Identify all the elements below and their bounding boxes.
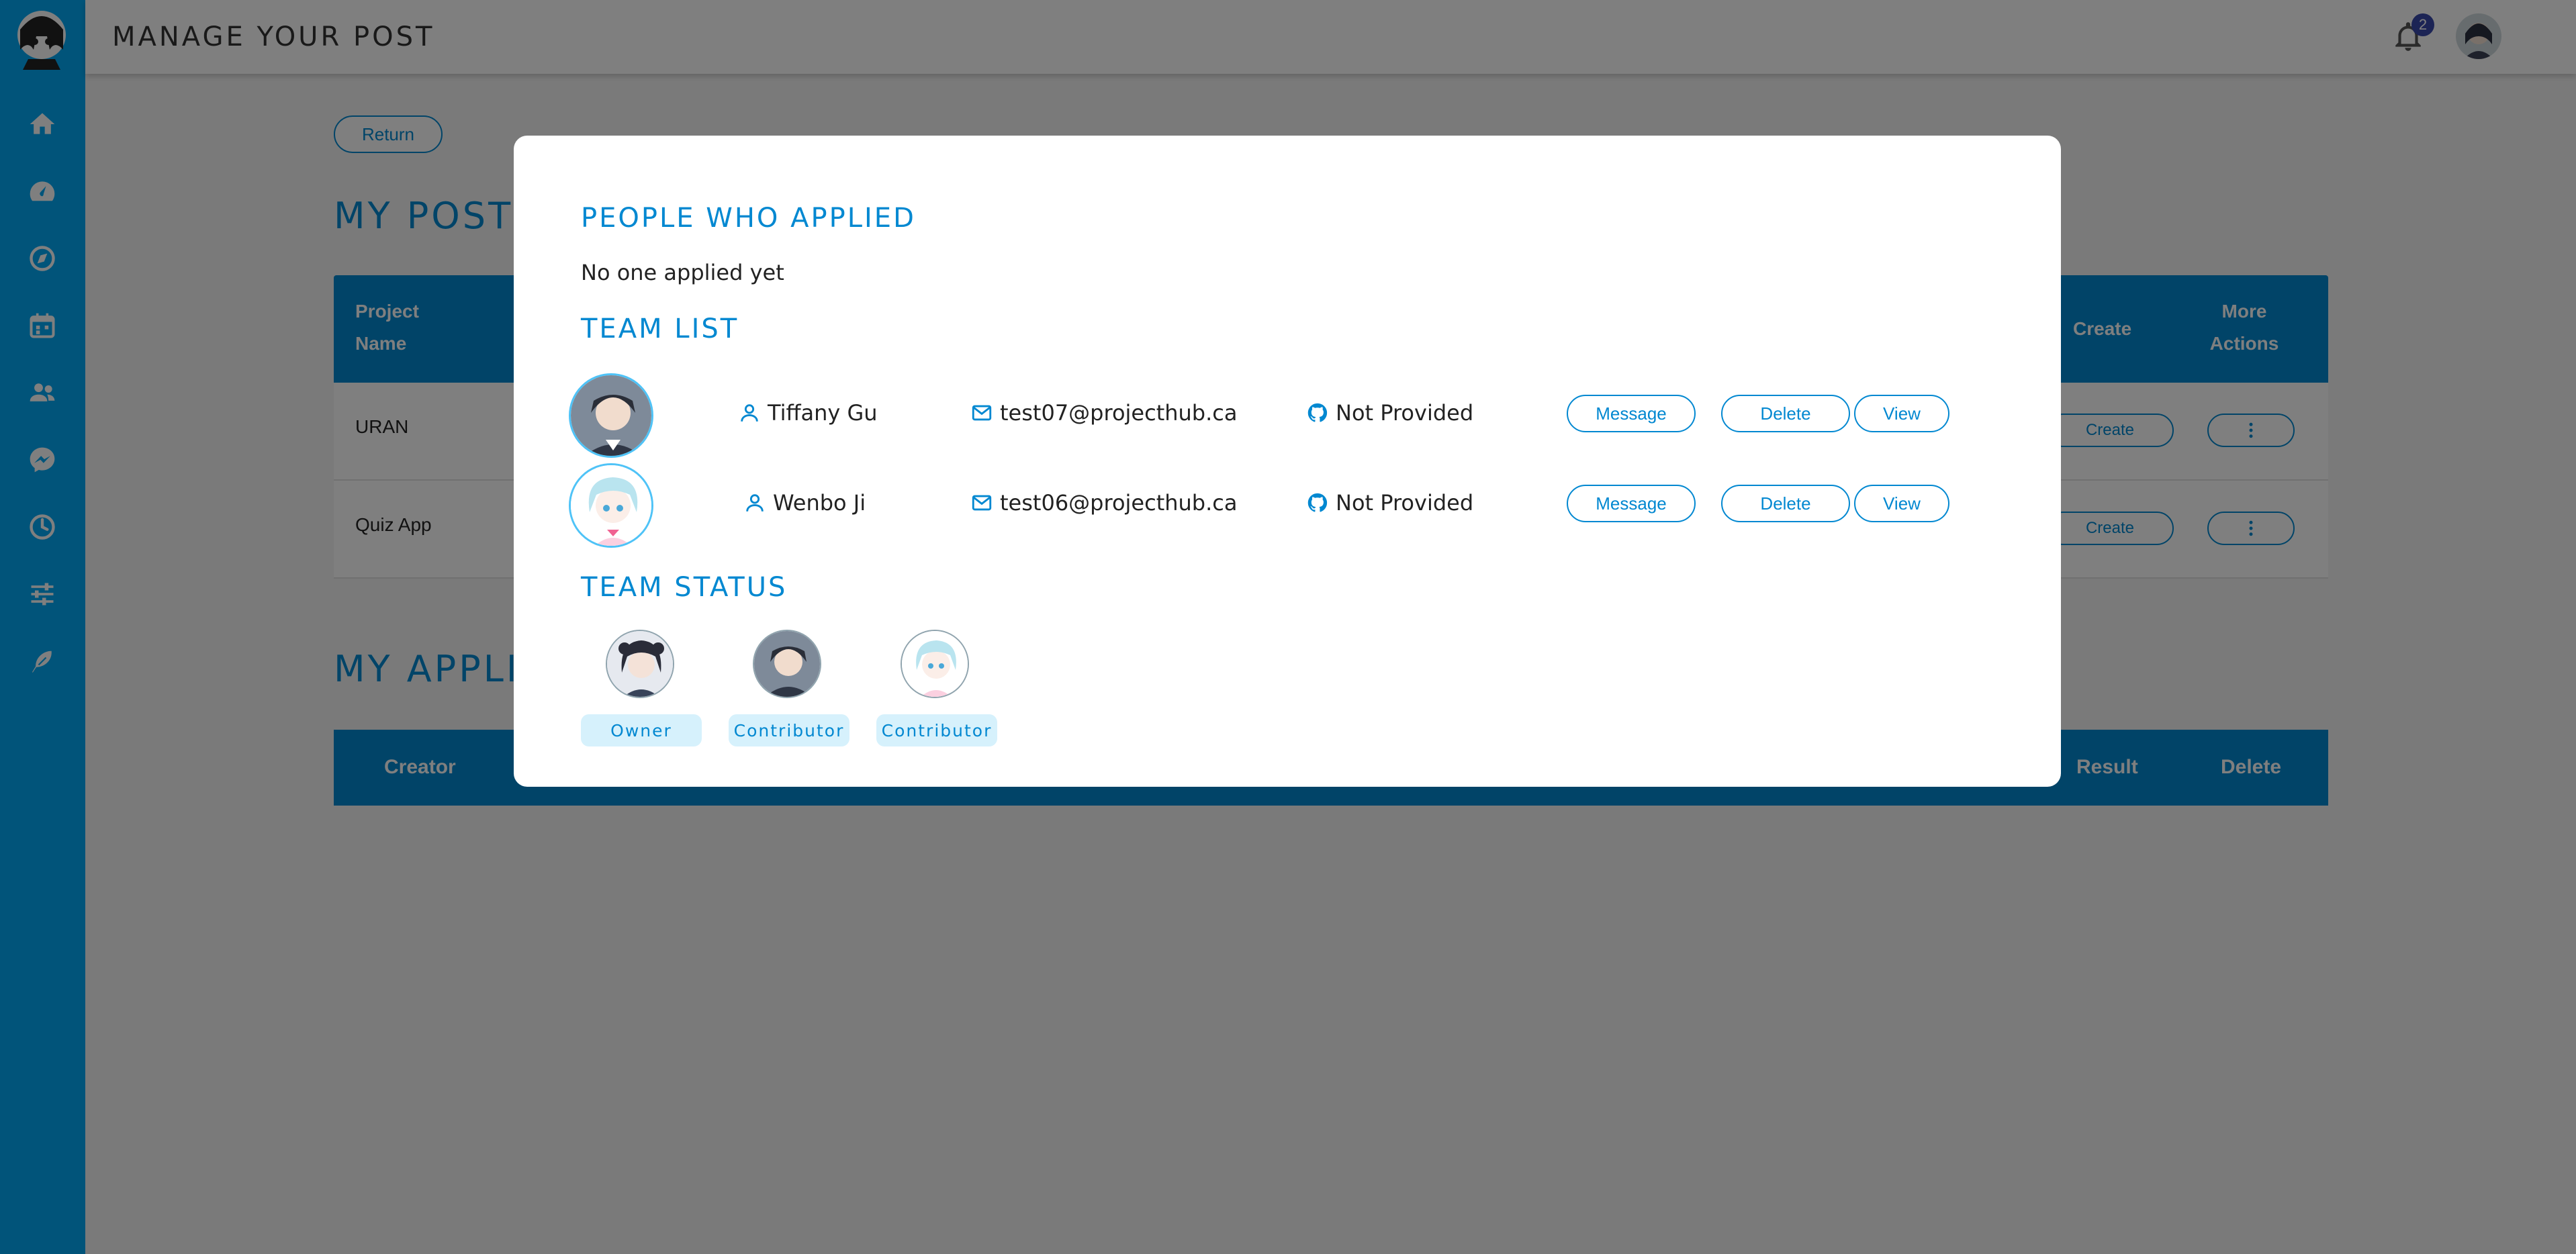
member-email-text: test06@projecthub.ca (1000, 490, 1238, 516)
member-name-text: Tiffany Gu (768, 400, 878, 426)
mail-icon (972, 495, 992, 511)
role-badge: Contributor (876, 714, 997, 746)
message-button[interactable]: Message (1567, 395, 1696, 432)
team-list-heading: TEAM LIST (581, 314, 739, 344)
user-icon (746, 494, 764, 512)
role-badge: Contributor (729, 714, 849, 746)
team-status-heading: TEAM STATUS (581, 572, 788, 603)
member-name: Tiffany Gu (738, 400, 878, 426)
mail-icon (972, 405, 992, 421)
github-icon (1307, 493, 1328, 512)
team-modal: PEOPLE WHO APPLIED No one applied yet TE… (514, 136, 2061, 787)
view-button[interactable]: View (1854, 395, 1949, 432)
member-github-text: Not Provided (1336, 490, 1474, 516)
role-badge: Owner (581, 714, 702, 746)
member-email: test07@projecthub.ca (970, 400, 1237, 426)
member-github-text: Not Provided (1336, 400, 1474, 426)
member-github: Not Provided (1306, 490, 1473, 516)
status-avatar (606, 630, 674, 698)
status-avatar (753, 630, 821, 698)
people-applied-heading: PEOPLE WHO APPLIED (581, 203, 916, 234)
member-avatar (569, 463, 653, 548)
status-avatar (901, 630, 969, 698)
delete-button[interactable]: Delete (1721, 485, 1850, 522)
member-github: Not Provided (1306, 400, 1473, 426)
member-email: test06@projecthub.ca (970, 490, 1237, 516)
message-button[interactable]: Message (1567, 485, 1696, 522)
member-name: Wenbo Ji (743, 490, 866, 516)
view-button[interactable]: View (1854, 485, 1949, 522)
team-member-row: Tiffany Gu test07@projecthub.ca Not Prov… (514, 373, 2061, 461)
team-member-row: Wenbo Ji test06@projecthub.ca Not Provid… (514, 463, 2061, 550)
member-email-text: test07@projecthub.ca (1000, 400, 1238, 426)
member-name-text: Wenbo Ji (773, 490, 866, 516)
member-avatar (569, 373, 653, 458)
user-icon (741, 404, 758, 422)
delete-button[interactable]: Delete (1721, 395, 1850, 432)
no-applicants-text: No one applied yet (581, 260, 784, 285)
github-icon (1307, 403, 1328, 422)
